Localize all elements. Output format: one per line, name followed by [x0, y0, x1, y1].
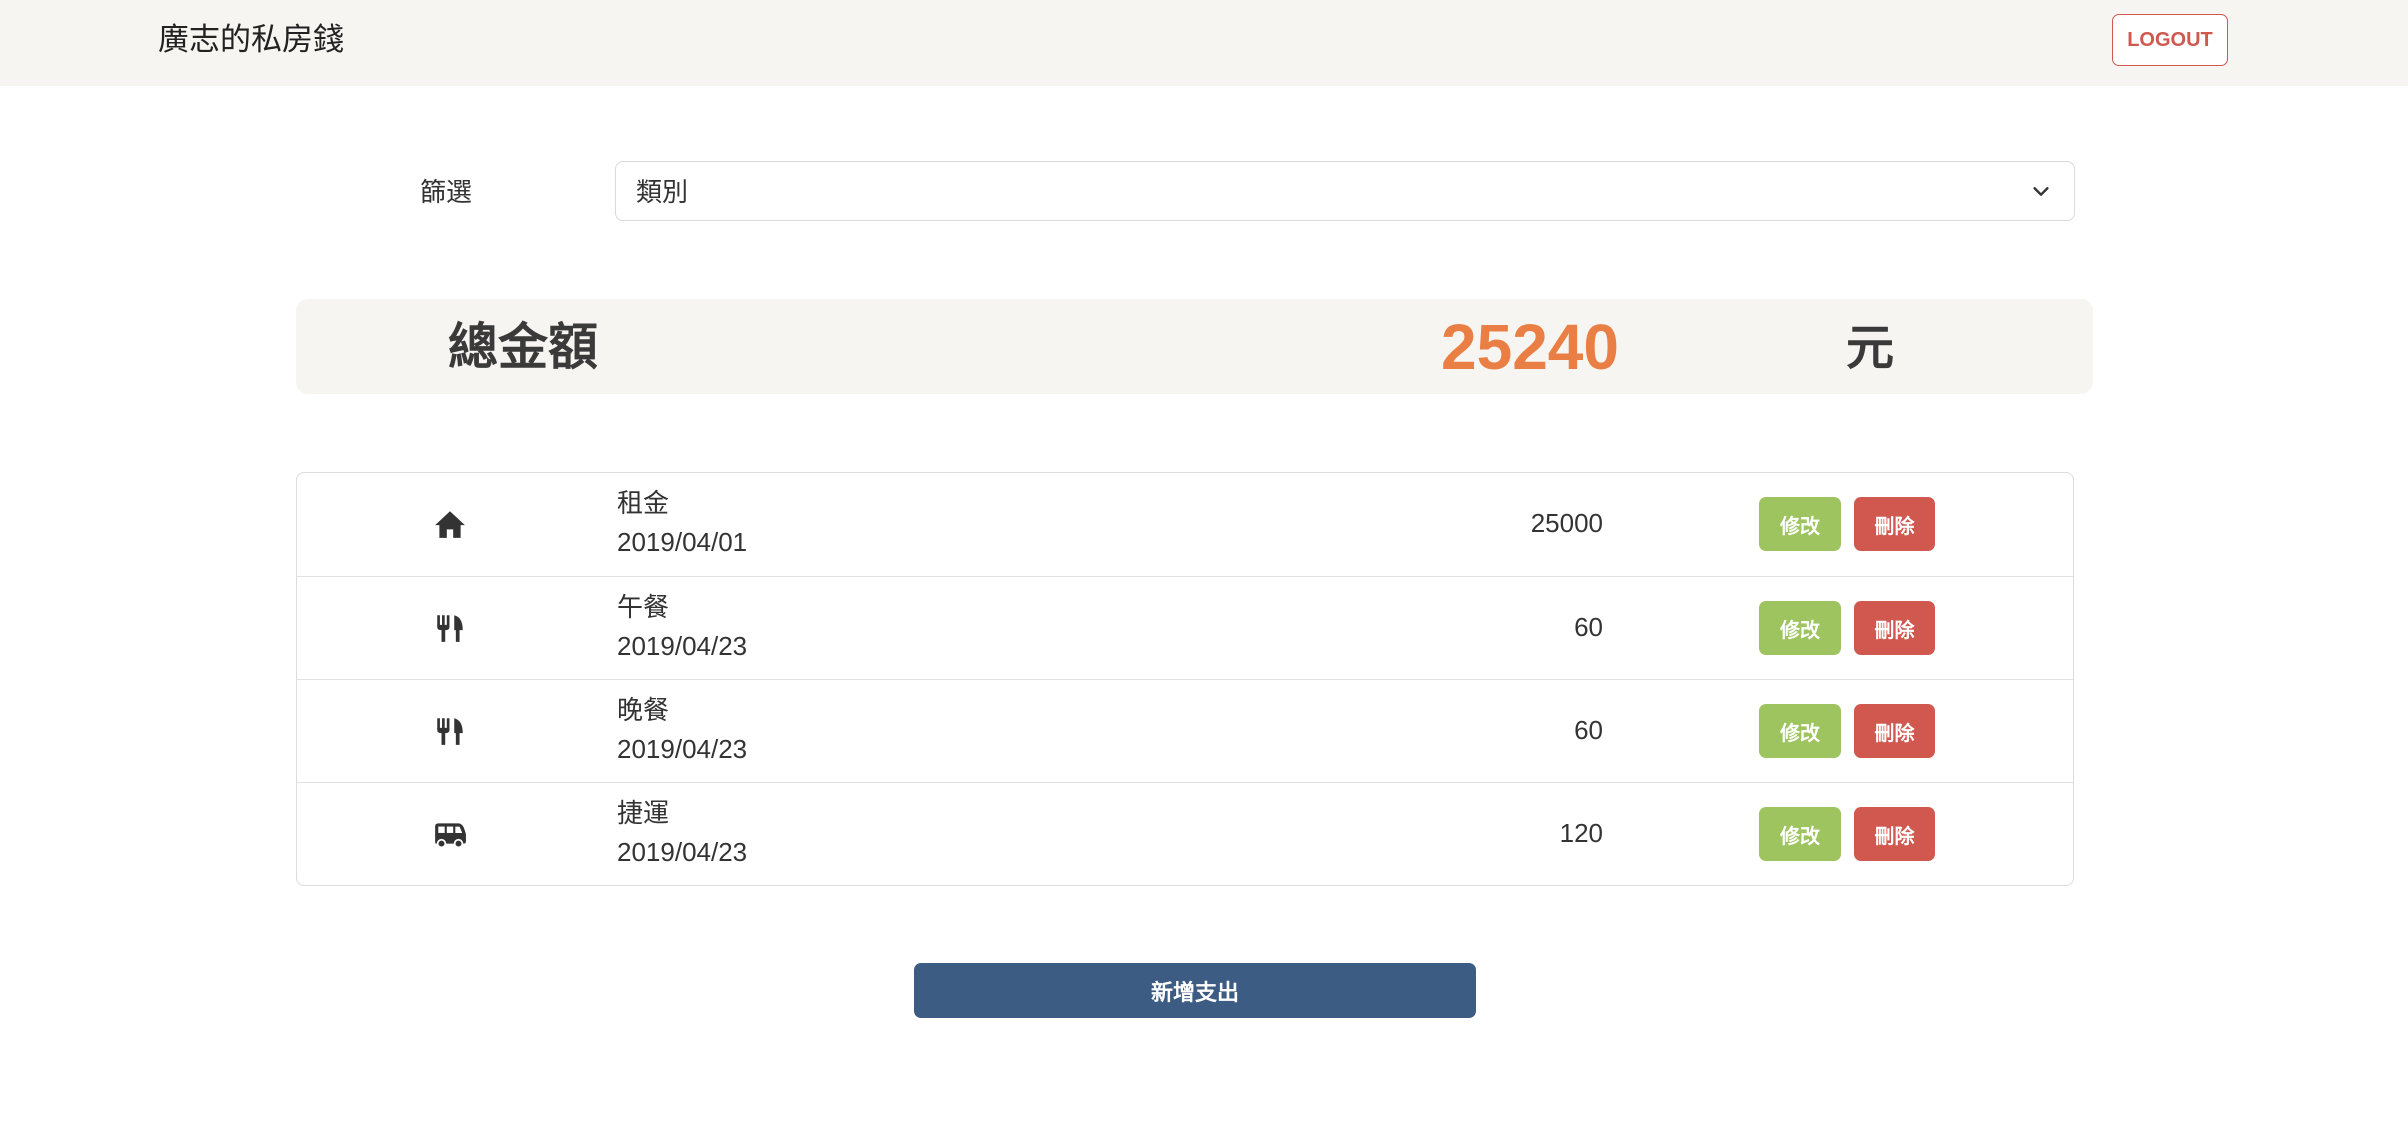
total-unit: 元	[1846, 322, 1895, 375]
edit-button[interactable]: 修改	[1759, 807, 1841, 861]
expense-row: 晚餐 2019/04/23 60 修改 刪除	[297, 679, 2073, 783]
expense-amount: 60	[1574, 715, 1603, 745]
expense-date: 2019/04/23	[617, 631, 748, 661]
expense-row: 午餐 2019/04/23 60 修改 刪除	[297, 576, 2073, 680]
bus-icon	[435, 823, 466, 849]
delete-button[interactable]: 刪除	[1854, 704, 1935, 758]
expense-list: 租金 2019/04/01 25000 修改 刪除 午餐 2019/04/23 …	[296, 472, 2074, 886]
utensils-icon	[437, 718, 463, 745]
expense-amount: 120	[1559, 818, 1603, 848]
edit-button[interactable]: 修改	[1759, 704, 1841, 758]
category-filter-select[interactable]: 類別	[615, 161, 2075, 221]
expense-amount: 60	[1574, 612, 1603, 642]
delete-button[interactable]: 刪除	[1854, 601, 1935, 655]
expense-row: 租金 2019/04/01 25000 修改 刪除	[297, 473, 2073, 576]
utensils-icon	[437, 615, 463, 642]
expense-title: 捷運	[617, 798, 670, 828]
edit-button[interactable]: 修改	[1759, 497, 1841, 551]
expense-title: 晚餐	[617, 695, 670, 725]
expense-amount: 25000	[1530, 508, 1603, 538]
total-summary: 總金額 25240 元	[296, 299, 2093, 394]
add-expense-button[interactable]: 新增支出	[914, 963, 1476, 1018]
expense-date: 2019/04/23	[617, 734, 748, 764]
filter-label: 篩選	[420, 177, 473, 207]
navbar: 廣志的私房錢 LOGOUT	[0, 0, 2408, 86]
app-title: 廣志的私房錢	[158, 22, 344, 57]
expense-date: 2019/04/23	[617, 837, 748, 867]
total-amount: 25240	[1441, 311, 1619, 383]
home-icon	[435, 511, 465, 538]
filter-selected-value: 類別	[636, 177, 689, 207]
chevron-down-icon	[2033, 187, 2049, 196]
delete-button[interactable]: 刪除	[1854, 497, 1935, 551]
edit-button[interactable]: 修改	[1759, 601, 1841, 655]
delete-button[interactable]: 刪除	[1854, 807, 1935, 861]
expense-title: 租金	[617, 488, 670, 518]
logout-button[interactable]: LOGOUT	[2112, 14, 2228, 66]
total-label: 總金額	[448, 319, 598, 375]
expense-date: 2019/04/01	[617, 527, 748, 557]
expense-title: 午餐	[617, 592, 670, 622]
expense-row: 捷運 2019/04/23 120 修改 刪除	[297, 782, 2073, 885]
